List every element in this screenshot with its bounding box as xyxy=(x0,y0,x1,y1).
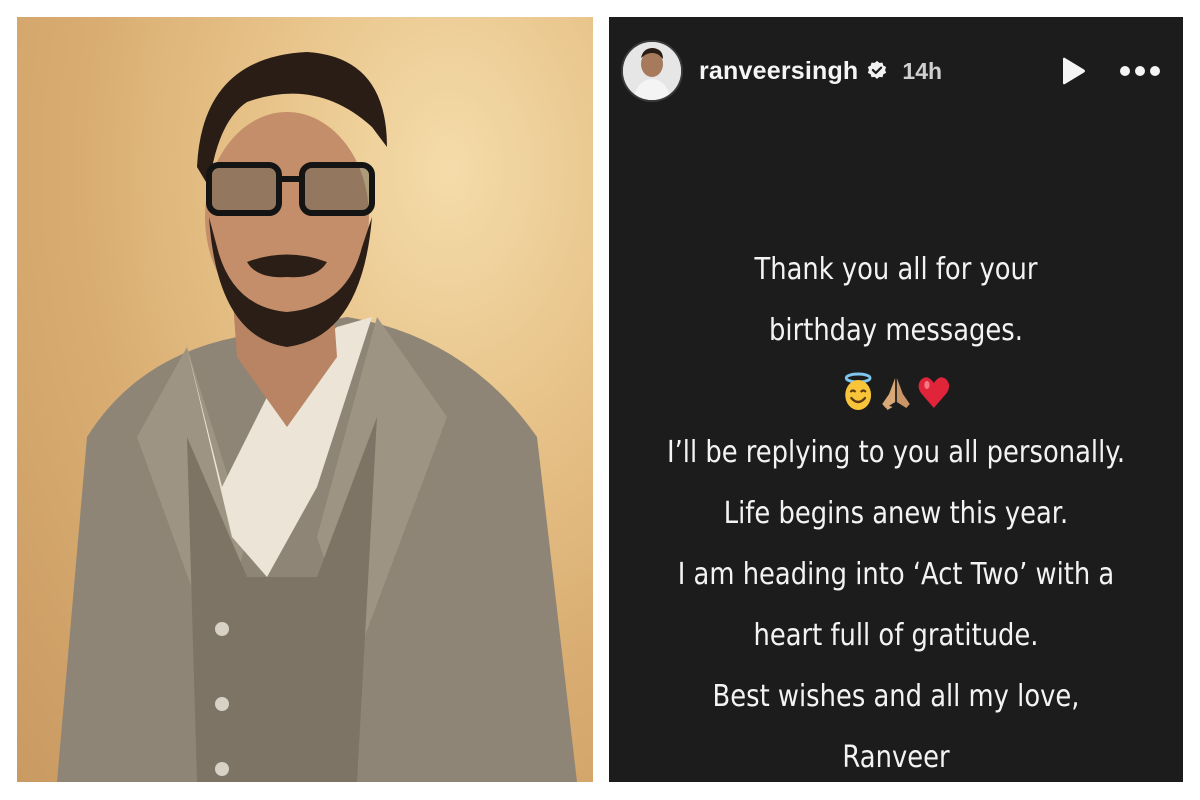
smiling-face-with-halo-icon xyxy=(844,372,872,410)
play-icon[interactable] xyxy=(1059,56,1087,86)
avatar-image xyxy=(623,42,681,100)
story-header: ranveersingh 14h xyxy=(621,40,1171,102)
story-line: heart full of gratitude. xyxy=(753,618,1039,653)
folded-hands-icon xyxy=(882,377,910,410)
instagram-story: ranveersingh 14h Thank you all for your … xyxy=(609,17,1183,782)
portrait-illustration xyxy=(57,52,577,782)
story-line: Thank you all for your xyxy=(754,252,1038,287)
username[interactable]: ranveersingh xyxy=(699,57,858,86)
story-line: I’ll be replying to you all personally. xyxy=(666,435,1126,470)
avatar[interactable] xyxy=(621,40,683,102)
more-icon[interactable] xyxy=(1119,65,1161,77)
portrait-photo xyxy=(17,17,593,782)
emoji-row xyxy=(649,361,1143,422)
story-message: Thank you all for your birthday messages… xyxy=(649,239,1143,782)
red-heart-icon xyxy=(918,376,950,408)
story-line: Life begins anew this year. xyxy=(723,496,1069,531)
story-line: Ranveer xyxy=(842,740,950,775)
story-timestamp: 14h xyxy=(902,57,943,84)
story-line: I am heading into ‘Act Two’ with a xyxy=(677,557,1115,592)
verified-badge-icon xyxy=(868,60,887,79)
story-line: birthday messages. xyxy=(769,313,1023,348)
story-line: Best wishes and all my love, xyxy=(712,679,1080,714)
